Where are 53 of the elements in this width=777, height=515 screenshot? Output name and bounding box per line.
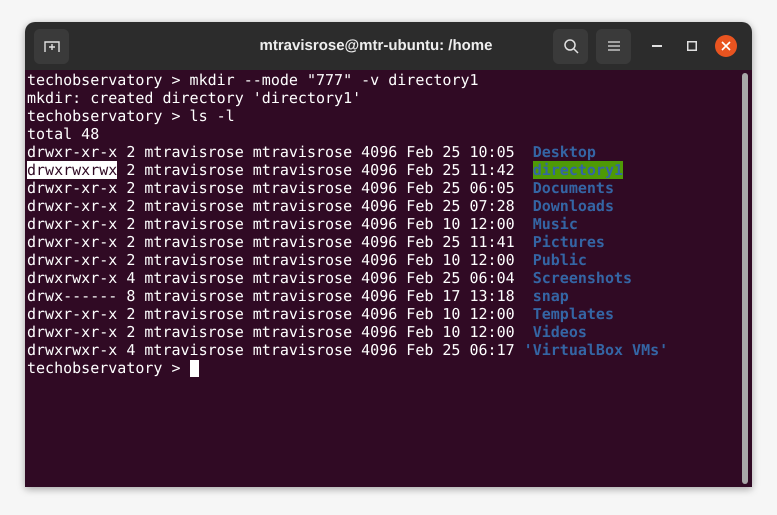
permissions-text: drwxr-xr-x	[27, 197, 118, 215]
close-button[interactable]	[715, 35, 737, 57]
directory-name: Desktop	[532, 143, 596, 161]
permissions-text: drwxr-xr-x	[27, 323, 118, 341]
directory-name: 'VirtualBox VMs'	[524, 341, 668, 359]
directory-name: directory1	[532, 161, 624, 179]
directory-name: Music	[532, 215, 578, 233]
terminal-text: mkdir: created directory 'directory1'	[27, 89, 362, 107]
permissions-text: drwxr-xr-x	[27, 179, 118, 197]
permissions-text: drwxr-xr-x	[27, 305, 118, 323]
directory-name: Documents	[532, 179, 614, 197]
file-details-text: 2 mtravisrose mtravisrose 4096 Feb 25 11:42	[126, 161, 515, 179]
menu-button[interactable]	[596, 28, 631, 64]
permissions-text: drwx------	[27, 287, 118, 305]
directory-name: Downloads	[532, 197, 614, 215]
new-tab-button[interactable]	[34, 28, 69, 64]
directory-name: Screenshots	[532, 269, 632, 287]
menu-icon	[608, 41, 620, 51]
search-icon	[562, 38, 578, 54]
scrollbar[interactable]	[742, 73, 748, 484]
window-title: mtravisrose@mtr-ubuntu: /home	[260, 36, 492, 56]
terminal-text: total 48	[27, 125, 100, 143]
file-details-text: 2 mtravisrose mtravisrose 4096 Feb 10 12:00	[126, 323, 515, 341]
file-details-text: 4 mtravisrose mtravisrose 4096 Feb 25 06:17	[126, 341, 515, 359]
prompt-text: techobservatory >	[27, 359, 181, 377]
directory-name: Videos	[532, 323, 587, 341]
permissions-text: drwxrwxr-x	[27, 269, 118, 287]
file-details-text: 2 mtravisrose mtravisrose 4096 Feb 10 12:00	[126, 305, 515, 323]
file-details-text: 2 mtravisrose mtravisrose 4096 Feb 25 10:05	[126, 143, 515, 161]
directory-name: snap	[532, 287, 569, 305]
permissions-text: drwxr-xr-x	[27, 251, 118, 269]
file-details-text: 4 mtravisrose mtravisrose 4096 Feb 25 06:04	[126, 269, 515, 287]
file-details-text: 2 mtravisrose mtravisrose 4096 Feb 10 12:00	[126, 251, 515, 269]
permissions-text: drwxrwxr-x	[27, 341, 118, 359]
file-details-text: 2 mtravisrose mtravisrose 4096 Feb 25 07:28	[126, 197, 515, 215]
permissions-text: drwxr-xr-x	[27, 215, 118, 233]
file-details-text: 2 mtravisrose mtravisrose 4096 Feb 25 11:41	[126, 233, 515, 251]
file-details-text: 2 mtravisrose mtravisrose 4096 Feb 25 06:05	[126, 179, 515, 197]
directory-name: Pictures	[532, 233, 605, 251]
directory-name: Public	[532, 251, 587, 269]
new-tab-icon	[44, 39, 60, 53]
close-icon	[721, 41, 731, 51]
search-button[interactable]	[553, 28, 588, 64]
minimize-icon	[652, 45, 662, 47]
permissions-text: drwxr-xr-x	[27, 143, 118, 161]
terminal-text: techobservatory > mkdir --mode "777" -v directory1	[27, 71, 479, 89]
file-details-text: 2 mtravisrose mtravisrose 4096 Feb 10 12:00	[126, 215, 515, 233]
terminal-text: techobservatory > ls -l	[27, 107, 235, 125]
permissions-text: drwxr-xr-x	[27, 233, 118, 251]
maximize-icon	[687, 41, 697, 51]
permissions-text: drwxrwxrwx	[27, 161, 118, 179]
directory-name: Templates	[532, 305, 614, 323]
file-details-text: 8 mtravisrose mtravisrose 4096 Feb 17 13:18	[126, 287, 515, 305]
